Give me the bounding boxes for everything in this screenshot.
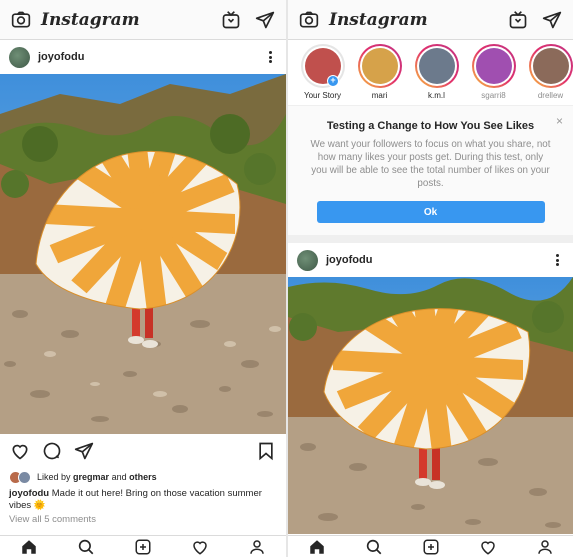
caption-username[interactable]: joyofodu <box>9 488 49 499</box>
profile-icon[interactable] <box>535 537 555 557</box>
liked-by-prefix: Liked by <box>37 472 71 482</box>
story-ring-inner <box>416 46 457 86</box>
post-caption: joyofodu Made it out here! Bring on thos… <box>0 486 286 512</box>
igtv-icon[interactable] <box>506 8 530 32</box>
camera-icon[interactable] <box>9 8 33 32</box>
story-avatar <box>418 48 455 84</box>
top-bar: Instagram <box>0 0 286 40</box>
top-bar: Instagram <box>288 0 573 40</box>
instagram-logo: Instagram <box>41 9 140 30</box>
post-actions <box>0 434 286 468</box>
story-ring-inner <box>359 46 400 86</box>
story-item[interactable]: + Your Story <box>294 44 351 105</box>
search-icon[interactable] <box>364 537 384 557</box>
home-icon[interactable] <box>307 537 327 557</box>
activity-heart-icon[interactable] <box>478 537 498 557</box>
story-ring-inner <box>530 46 571 86</box>
story-label: mari <box>371 91 388 100</box>
post-username[interactable]: joyofodu <box>326 254 550 266</box>
stories-tray: + Your Story mari k.m.l sgarri8 drellew <box>288 40 573 106</box>
avatar[interactable] <box>297 249 318 271</box>
activity-heart-icon[interactable] <box>190 537 210 557</box>
view-comments-link[interactable]: View all 5 comments <box>0 512 286 527</box>
share-icon[interactable] <box>72 439 96 463</box>
notice-body: We want your followers to focus on what … <box>310 139 551 189</box>
post-header: joyofodu <box>288 243 573 277</box>
story-avatar <box>475 48 512 84</box>
story-item[interactable]: mari <box>351 44 408 105</box>
direct-message-icon[interactable] <box>253 8 277 32</box>
story-label: sgarri8 <box>481 91 506 100</box>
post-header: joyofodu <box>0 40 286 74</box>
liked-by-row[interactable]: Liked by gregmar and others <box>0 468 286 486</box>
add-story-icon[interactable]: + <box>327 75 339 87</box>
story-label: Your Story <box>303 91 342 100</box>
story-ring <box>414 44 459 88</box>
heart-icon[interactable] <box>8 439 32 463</box>
story-item[interactable]: sgarri8 <box>465 44 522 105</box>
liked-by-others[interactable]: others <box>129 472 157 482</box>
story-avatar <box>532 48 569 84</box>
avatar[interactable] <box>9 46 30 68</box>
story-item[interactable]: drellew <box>522 44 573 105</box>
bookmark-icon[interactable] <box>254 439 278 463</box>
liker-avatar <box>18 470 31 484</box>
home-icon[interactable] <box>19 537 39 557</box>
igtv-icon[interactable] <box>219 8 243 32</box>
search-icon[interactable] <box>76 537 96 557</box>
likes-test-notice: × Testing a Change to How You See Likes … <box>288 106 573 243</box>
comment-icon[interactable] <box>40 439 64 463</box>
story-ring <box>357 44 402 88</box>
instagram-logo: Instagram <box>329 9 428 30</box>
post-photo[interactable] <box>0 74 286 434</box>
direct-message-icon[interactable] <box>540 8 564 32</box>
story-label: k.m.l <box>428 91 445 100</box>
story-ring <box>471 44 516 88</box>
add-post-icon[interactable] <box>133 537 153 557</box>
story-avatar <box>361 48 398 84</box>
profile-icon[interactable] <box>247 537 267 557</box>
ok-button[interactable]: Ok <box>316 201 545 223</box>
bottom-tab-bar <box>288 535 573 557</box>
story-label: drellew <box>537 91 564 100</box>
close-icon[interactable]: × <box>556 114 563 128</box>
post-photo[interactable] <box>288 277 573 534</box>
story-ring <box>528 44 573 88</box>
screen-feed-classic: Instagram joyofodu Liked by gregmar and … <box>0 0 286 557</box>
liked-by-mid: and <box>111 472 127 482</box>
screen-feed-test: Instagram + Your Story mari k.m.l sgarri… <box>288 0 573 557</box>
bottom-tab-bar <box>0 535 286 557</box>
story-item[interactable]: k.m.l <box>408 44 465 105</box>
more-options-icon[interactable] <box>550 251 564 269</box>
story-ring-inner <box>473 46 514 86</box>
notice-title: Testing a Change to How You See Likes <box>326 120 535 132</box>
add-post-icon[interactable] <box>421 537 441 557</box>
camera-icon[interactable] <box>297 8 321 32</box>
liked-by-user[interactable]: gregmar <box>73 472 109 482</box>
more-options-icon[interactable] <box>263 48 277 66</box>
post-username[interactable]: joyofodu <box>38 51 263 63</box>
